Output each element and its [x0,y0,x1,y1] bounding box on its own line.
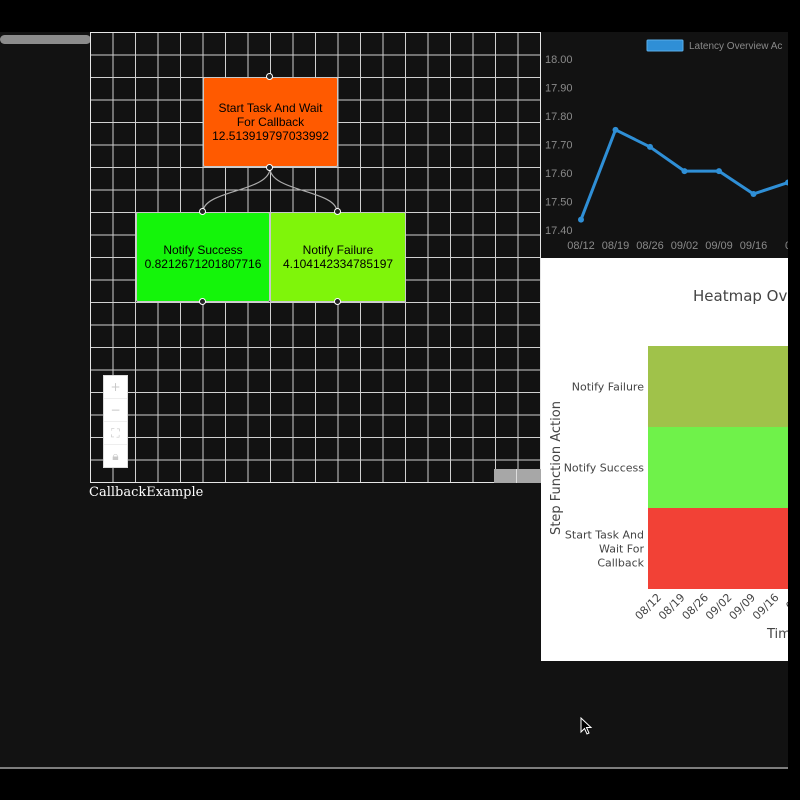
port-success-bottom[interactable] [199,298,206,305]
node-notify-failure[interactable]: Notify Failure 4.104142334785197 [270,212,406,302]
mouse-cursor-icon [580,717,593,735]
app-window: Start Task And Wait For Callback 12.5139… [0,0,800,800]
heatmap-row-label: Wait For [599,543,644,556]
heatmap-row-label: Callback [597,557,644,570]
bottom-divider [0,767,788,769]
node-notify-success-value: 0.8212671201807716 [144,257,262,271]
node-notify-failure-label: Notify Failure [302,243,374,257]
diagram-zoom-toolbar: + − ⛶ 🔒︎ [103,375,128,468]
port-failure-top[interactable] [334,208,341,215]
heatmap-chart: Heatmap OvNotify FailureNotify SuccessSt… [549,287,788,642]
port-start-top[interactable] [266,73,273,80]
heatmap-y-axis-title: Step Function Action [549,401,564,535]
x-tick-label: 09/02 [671,240,699,252]
data-point[interactable] [612,126,619,133]
heatmap-title: Heatmap Ov [693,287,787,305]
x-tick-label: 09/16 [740,240,768,252]
y-tick-label: 17.40 [545,225,573,237]
heatmap-row-label: Notify Success [564,462,645,475]
x-tick-label: 08/12 [567,240,595,252]
data-point[interactable] [681,168,688,175]
fit-view-button[interactable]: ⛶ [104,422,127,445]
lock-button[interactable]: 🔒︎ [104,445,127,467]
diagram-caption: CallbackExample [89,485,204,500]
heatmap-x-axis-title: Tim [766,627,788,642]
plus-icon: + [110,380,121,394]
y-tick-label: 17.50 [545,196,573,208]
y-tick-label: 17.90 [545,82,573,94]
node-start-task-value: 12.513919797033992 [212,129,329,143]
heatmap-card: Heatmap Ov Notify Failure Notify Success St… [541,258,788,661]
heatmap-x-tick-label: 09/ [783,591,788,613]
data-point[interactable] [647,143,653,150]
legend-label[interactable]: Latency Overview Ac [689,41,782,52]
data-point[interactable] [750,190,757,197]
node-start-task-line2: For Callback [236,115,305,129]
data-point[interactable] [716,168,722,175]
y-tick-label: 17.70 [545,139,573,151]
fit-icon: ⛶ [111,425,120,440]
node-start-task-line1: Start Task And Wait [218,101,323,115]
x-tick-label: 0 [785,240,788,252]
node-notify-success-label: Notify Success [163,243,243,257]
node-start-task[interactable]: Start Task And Wait For Callback 12.5139… [203,77,338,167]
lock-icon: 🔒︎ [112,448,119,463]
port-start-bottom[interactable] [266,164,273,171]
x-tick-label: 08/19 [602,240,630,252]
node-notify-failure-value: 4.104142334785197 [282,257,394,271]
heatmap-x-tick-label: 09/16 [750,591,782,623]
node-notify-success[interactable]: Notify Success 0.8212671201807716 [136,212,270,302]
port-failure-bottom[interactable] [334,298,341,305]
zoom-out-button[interactable]: − [104,399,127,422]
latency-line-chart: 18.00 17.90 17.80 17.70 17.60 17.50 17.40 08/12… [545,39,788,252]
port-success-top[interactable] [199,208,206,215]
minus-icon: − [110,403,121,417]
x-tick-label: 09/09 [705,240,733,252]
series-line [579,128,788,221]
heatmap-cell[interactable] [648,427,788,508]
data-point[interactable] [578,216,584,223]
heatmap-row-label: Notify Failure [572,381,644,394]
y-tick-label: 17.80 [545,111,573,123]
horizontal-scrollbar[interactable] [0,35,91,44]
y-tick-label: 17.60 [545,168,573,180]
zoom-in-button[interactable]: + [104,376,127,399]
heatmap-cell[interactable] [648,346,788,427]
heatmap-cell[interactable] [648,508,788,589]
y-tick-label: 18.00 [545,54,573,66]
x-tick-label: 08/26 [636,240,664,252]
legend-swatch[interactable] [646,39,684,52]
heatmap-row-label: Start Task And [565,529,644,542]
diagram-minimap[interactable] [494,469,541,483]
